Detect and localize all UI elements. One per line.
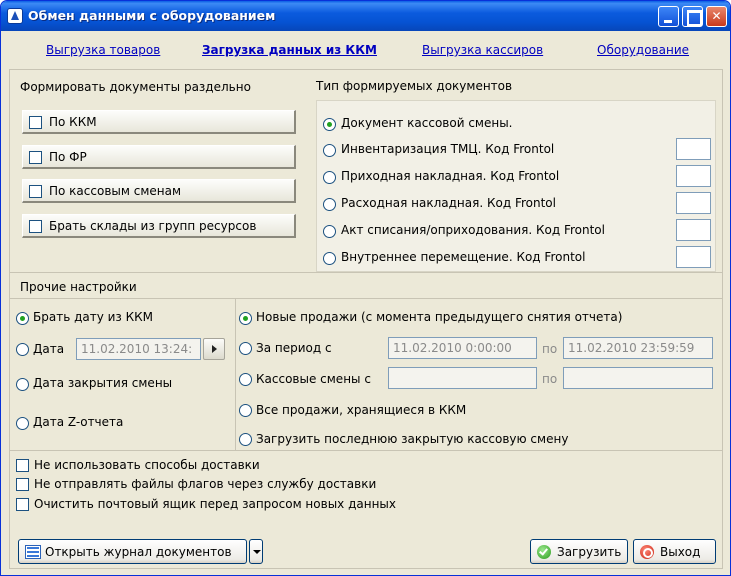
- check-warehouses-from-groups[interactable]: Брать склады из групп ресурсов: [22, 214, 296, 238]
- radio-last-closed-shift[interactable]: [239, 433, 252, 446]
- radio-all-sales[interactable]: [239, 404, 252, 417]
- radio-writeoff[interactable]: [323, 225, 336, 238]
- check-clear-mailbox-label[interactable]: Очистить почтовый ящик перед запросом но…: [34, 497, 396, 511]
- radio-shift-close-date-label[interactable]: Дата закрытия смены: [33, 376, 172, 390]
- outgoing-code-input[interactable]: [676, 192, 711, 214]
- period-from-input[interactable]: 11.02.2010 0:00:00: [388, 337, 537, 359]
- writeoff-code-input[interactable]: [676, 219, 711, 241]
- check-by-kkm-label: По ККМ: [49, 115, 97, 129]
- check-no-flags-label[interactable]: Не отправлять файлы флагов через службу …: [34, 477, 376, 491]
- radio-inventory-label[interactable]: Инвентаризация ТМЦ. Код Frontol: [341, 142, 554, 156]
- radio-writeoff-label[interactable]: Акт списания/оприходования. Код Frontol: [341, 223, 605, 237]
- check-by-kkm[interactable]: По ККМ: [22, 110, 296, 134]
- check-clear-mailbox[interactable]: [16, 498, 29, 511]
- window-title: Обмен данными с оборудованием: [28, 8, 276, 23]
- tab-load-kkm[interactable]: Загрузка данных из ККМ: [202, 43, 377, 57]
- radio-date-from-kkm-label[interactable]: Брать дату из ККМ: [33, 310, 153, 324]
- radio-all-sales-label[interactable]: Все продажи, хранящиеся в ККМ: [256, 403, 466, 417]
- tab-equipment[interactable]: Оборудование: [597, 43, 689, 57]
- separator-bottom: [10, 450, 722, 451]
- minimize-button[interactable]: [658, 6, 679, 27]
- open-journal-label: Открыть журнал документов: [45, 545, 232, 559]
- separate-title: Формировать документы раздельно: [20, 80, 251, 94]
- radio-shifts-from-label[interactable]: Кассовые смены с: [256, 372, 371, 386]
- app-icon: [7, 8, 23, 24]
- doc-types-title: Тип формируемых документов: [316, 79, 513, 93]
- separator-top: [10, 272, 722, 273]
- close-button[interactable]: ✕: [706, 6, 727, 27]
- incoming-code-input[interactable]: [676, 165, 711, 187]
- open-journal-button[interactable]: Открыть журнал документов: [18, 539, 247, 564]
- check-warehouses-label: Брать склады из групп ресурсов: [49, 219, 257, 233]
- radio-transfer[interactable]: [323, 252, 336, 265]
- check-by-fr[interactable]: По ФР: [22, 145, 296, 169]
- load-button[interactable]: Загрузить: [530, 539, 628, 564]
- period-to-input[interactable]: 11.02.2010 23:59:59: [563, 337, 713, 359]
- load-label: Загрузить: [557, 545, 622, 559]
- checkbox-icon[interactable]: [29, 116, 42, 129]
- date-picker-button[interactable]: [203, 338, 225, 360]
- checkbox-icon[interactable]: [29, 185, 42, 198]
- title-bar[interactable]: Обмен данными с оборудованием ✕: [1, 1, 730, 31]
- shift-to-input[interactable]: [563, 367, 713, 389]
- radio-new-sales[interactable]: [239, 312, 252, 325]
- check-no-flags[interactable]: [16, 478, 29, 491]
- radio-inventory[interactable]: [323, 144, 336, 157]
- date-input[interactable]: 11.02.2010 13:24:: [76, 338, 201, 360]
- exit-icon: [640, 545, 654, 559]
- separator-other: [10, 298, 722, 299]
- tab-export-cashiers[interactable]: Выгрузка кассиров: [422, 43, 543, 57]
- journal-icon: [25, 545, 41, 559]
- shift-to-label: по: [542, 372, 558, 386]
- radio-transfer-label[interactable]: Внутреннее перемещение. Код Frontol: [341, 250, 585, 264]
- radio-last-closed-shift-label[interactable]: Загрузить последнюю закрытую кассовую см…: [256, 432, 568, 446]
- radio-new-sales-label[interactable]: Новые продажи (с момента предыдущего сня…: [256, 310, 622, 324]
- check-no-delivery-label[interactable]: Не использовать способы доставки: [34, 458, 260, 472]
- checkbox-icon[interactable]: [29, 151, 42, 164]
- radio-date-label[interactable]: Дата: [33, 342, 64, 356]
- check-by-shifts-label: По кассовым сменам: [49, 184, 182, 198]
- radio-outgoing-label[interactable]: Расходная накладная. Код Frontol: [341, 196, 556, 210]
- check-no-delivery[interactable]: [16, 459, 29, 472]
- radio-period[interactable]: [239, 342, 252, 355]
- radio-date[interactable]: [16, 343, 29, 356]
- radio-outgoing[interactable]: [323, 198, 336, 211]
- shift-from-input[interactable]: [388, 367, 537, 389]
- main-window: Обмен данными с оборудованием ✕ Выгрузка…: [0, 0, 731, 576]
- separator-vertical: [235, 298, 236, 450]
- checkbox-icon[interactable]: [29, 220, 42, 233]
- period-to-label: по: [542, 342, 558, 356]
- exit-button[interactable]: Выход: [633, 539, 716, 564]
- radio-shift-doc-label[interactable]: Документ кассовой смены.: [341, 116, 513, 130]
- other-settings-title: Прочие настройки: [20, 280, 137, 294]
- radio-shift-doc[interactable]: [323, 118, 336, 131]
- radio-date-from-kkm[interactable]: [16, 312, 29, 325]
- inventory-code-input[interactable]: [676, 138, 711, 160]
- radio-z-report-date-label[interactable]: Дата Z-отчета: [33, 415, 123, 429]
- tab-export-goods[interactable]: Выгрузка товаров: [46, 43, 160, 57]
- journal-dropdown-button[interactable]: [249, 539, 263, 564]
- radio-shift-close-date[interactable]: [16, 378, 29, 391]
- transfer-code-input[interactable]: [676, 246, 711, 268]
- tab-strip: Выгрузка товаров Загрузка данных из ККМ …: [1, 43, 730, 61]
- radio-period-label[interactable]: За период с: [256, 341, 332, 355]
- main-panel: Формировать документы раздельно По ККМ П…: [9, 69, 723, 569]
- radio-incoming-label[interactable]: Приходная накладная. Код Frontol: [341, 169, 559, 183]
- check-by-fr-label: По ФР: [49, 150, 87, 164]
- maximize-button[interactable]: [682, 6, 703, 27]
- radio-z-report-date[interactable]: [16, 417, 29, 430]
- check-by-shifts[interactable]: По кассовым сменам: [22, 179, 296, 203]
- radio-shifts-from[interactable]: [239, 373, 252, 386]
- radio-incoming[interactable]: [323, 171, 336, 184]
- ok-icon: [537, 545, 551, 559]
- doc-types-group: Документ кассовой смены. Инвентаризация …: [316, 100, 716, 272]
- exit-label: Выход: [660, 545, 701, 559]
